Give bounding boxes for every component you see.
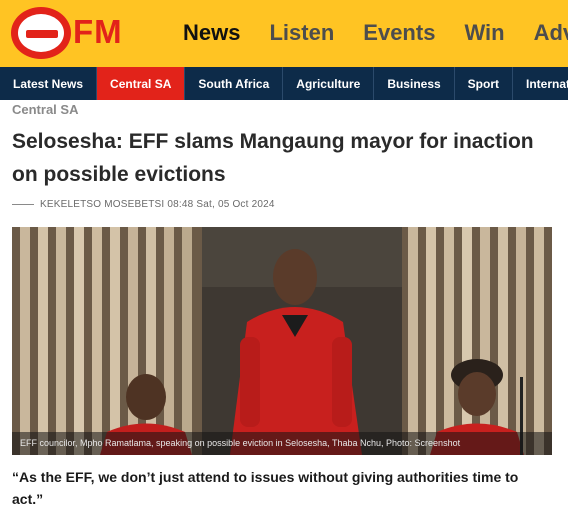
article-section-label[interactable]: Central SA [12, 102, 78, 117]
section-nav-international[interactable]: Internat [513, 67, 568, 100]
section-nav-agriculture[interactable]: Agriculture [283, 67, 375, 100]
section-nav-latest-news[interactable]: Latest News [0, 67, 98, 100]
article-byline: KEKELETSO MOSEBETSI 08:48 Sat, 05 Oct 20… [12, 199, 275, 210]
section-nav-business[interactable]: Business [374, 67, 455, 100]
byline-text: KEKELETSO MOSEBETSI 08:48 Sat, 05 Oct 20… [40, 199, 275, 210]
section-nav-central-sa[interactable]: Central SA [97, 67, 186, 100]
right-wall-panel [402, 227, 552, 455]
logo-o-mark [11, 7, 71, 59]
article-pull-quote: “As the EFF, we don’t just attend to iss… [12, 469, 519, 507]
main-nav-advertise[interactable]: Adv [534, 19, 568, 47]
logo-text: FM [73, 13, 123, 50]
main-nav-news[interactable]: News [183, 19, 240, 47]
main-nav-listen[interactable]: Listen [269, 19, 334, 47]
ofm-logo[interactable]: FM [11, 7, 137, 59]
article-headline: Selosesha: EFF slams Mangaung mayor for … [12, 130, 534, 186]
byline-rule [12, 204, 34, 205]
site-header: FM News Listen Events Win Adv [0, 0, 568, 67]
left-wall-panel [12, 227, 202, 455]
main-nav: News Listen Events Win Adv [183, 19, 568, 47]
section-nav: Latest News Central SA South Africa Agri… [0, 67, 568, 100]
section-nav-sport[interactable]: Sport [455, 67, 514, 100]
article-photo[interactable] [12, 227, 552, 455]
section-nav-south-africa[interactable]: South Africa [185, 67, 284, 100]
photo-caption: EFF councilor, Mpho Ramatlama, speaking … [12, 432, 552, 455]
photo-illustration [12, 227, 552, 455]
main-nav-events[interactable]: Events [363, 19, 435, 47]
main-nav-win[interactable]: Win [464, 19, 504, 47]
